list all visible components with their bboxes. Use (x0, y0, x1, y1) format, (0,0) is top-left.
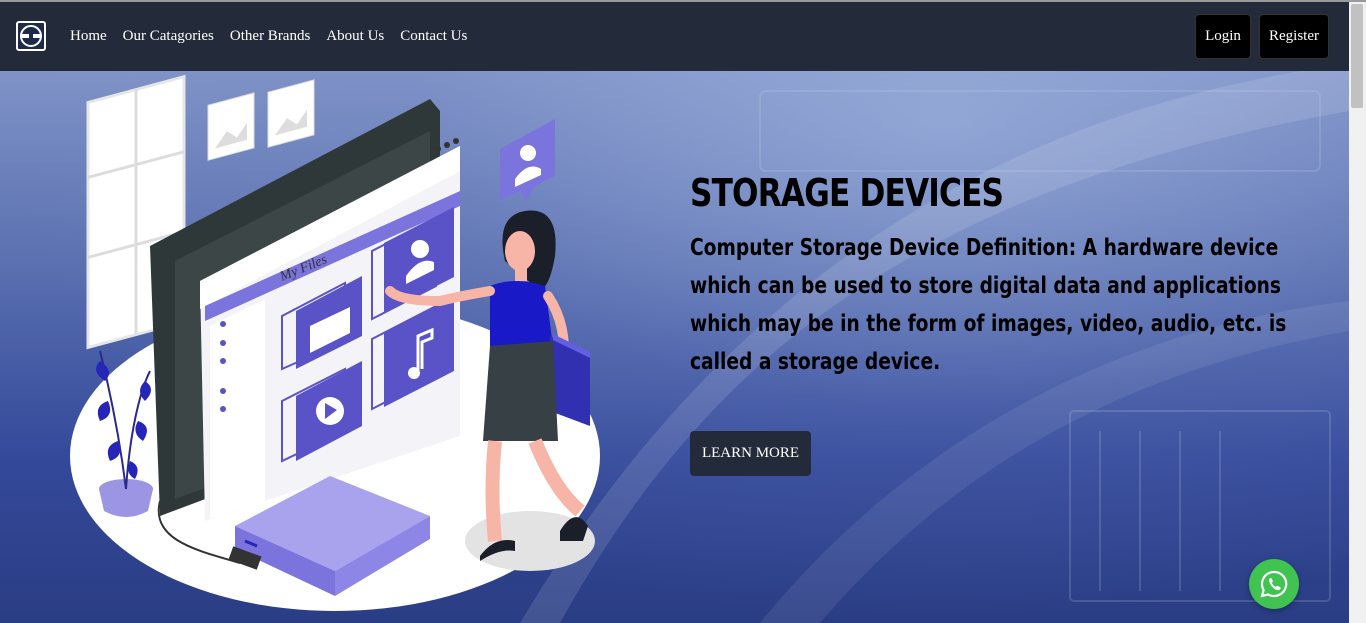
nav-link-home[interactable]: Home (70, 28, 107, 45)
login-button[interactable]: Login (1195, 14, 1251, 59)
nav-links: Home Our Catagories Other Brands About U… (70, 2, 467, 71)
nav-link-contact-us[interactable]: Contact Us (400, 28, 467, 45)
nav-link-other-brands[interactable]: Other Brands (230, 28, 310, 45)
scrollbar[interactable] (1349, 2, 1366, 623)
user-bubble-icon (500, 119, 555, 201)
nav-link-categories[interactable]: Our Catagories (123, 28, 214, 45)
register-button[interactable]: Register (1259, 14, 1329, 59)
navbar: Home Our Catagories Other Brands About U… (0, 2, 1349, 71)
whatsapp-icon[interactable] (1249, 559, 1299, 609)
hero-title: STORAGE DEVICES (690, 171, 1004, 215)
learn-more-button[interactable]: LEARN MORE (690, 431, 811, 476)
logo-icon[interactable] (16, 21, 46, 51)
hero-description: Computer Storage Device Definition: A ha… (690, 235, 1287, 375)
hero-section: My Files STORAGE DEVICES Computer Storag… (0, 71, 1349, 623)
hero-text-block: STORAGE DEVICES Computer Storage Device … (690, 171, 1340, 381)
nav-link-about-us[interactable]: About Us (326, 28, 384, 45)
scrollbar-thumb[interactable] (1351, 4, 1363, 108)
